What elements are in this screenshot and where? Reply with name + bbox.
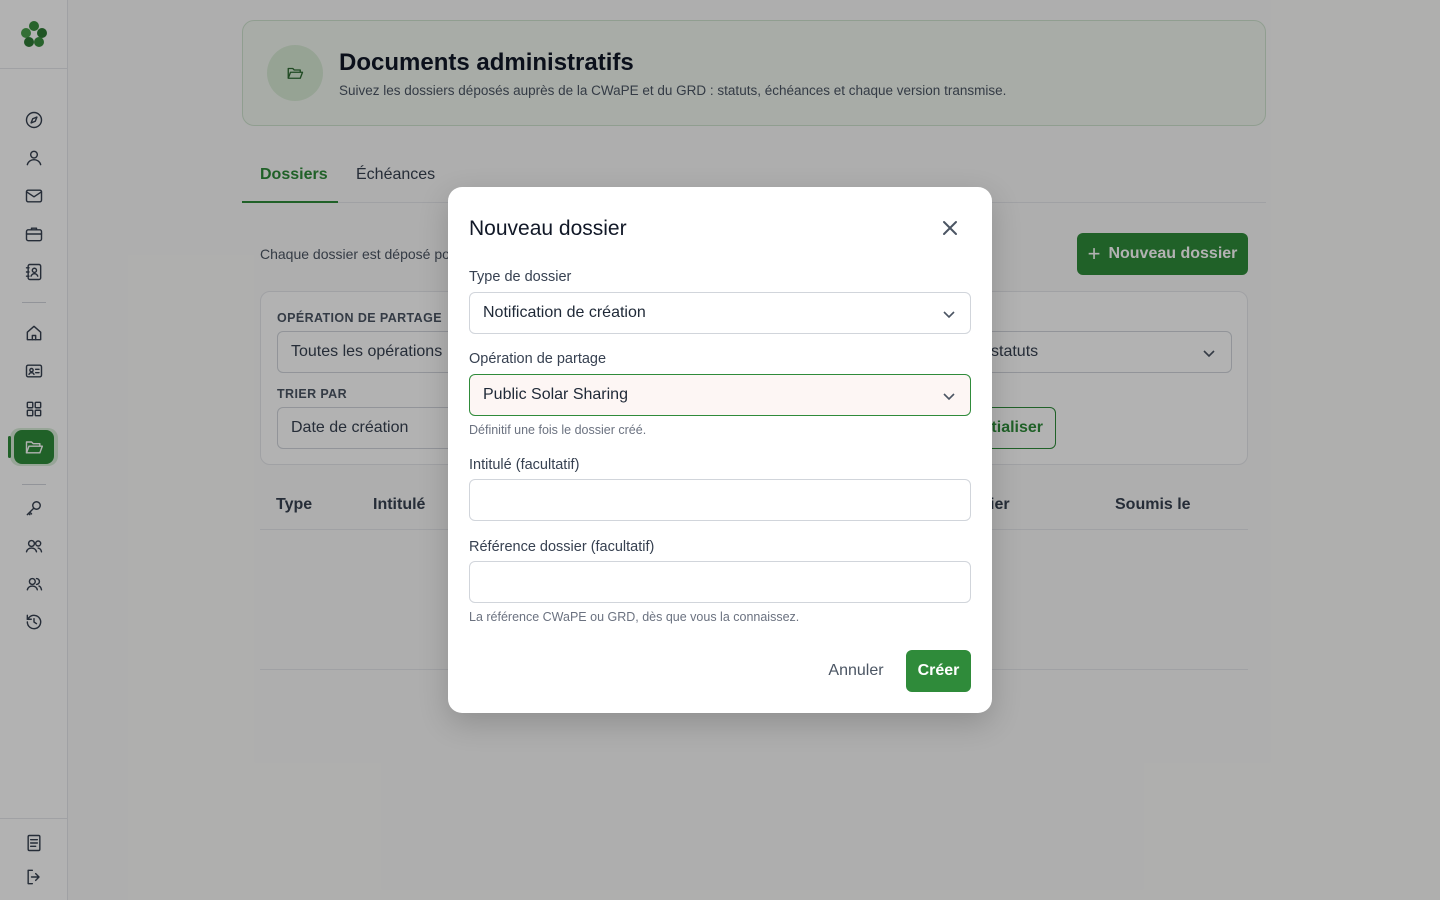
operation-label: Opération de partage [469, 351, 607, 367]
type-label: Type de dossier [469, 269, 572, 285]
reference-hint: La référence CWaPE ou GRD, dès que vous … [469, 610, 800, 624]
intitule-input[interactable] [469, 479, 971, 521]
chevron-down-icon [941, 306, 957, 322]
type-select-value: Notification de création [483, 304, 646, 321]
cancel-button[interactable]: Annuler [820, 650, 892, 692]
type-select[interactable]: Notification de création [469, 292, 971, 334]
new-dossier-modal: Nouveau dossier Type de dossier Notifica… [448, 187, 992, 713]
intitule-label: Intitulé (facultatif) [469, 457, 580, 473]
operation-select-value: Public Solar Sharing [483, 386, 628, 403]
create-button[interactable]: Créer [906, 650, 971, 692]
modal-title: Nouveau dossier [469, 217, 627, 240]
reference-label: Référence dossier (facultatif) [469, 539, 655, 555]
reference-input[interactable] [469, 561, 971, 603]
chevron-down-icon [941, 388, 957, 404]
operation-hint: Définitif une fois le dossier créé. [469, 423, 647, 437]
close-icon[interactable] [940, 218, 960, 238]
operation-select[interactable]: Public Solar Sharing [469, 374, 971, 416]
